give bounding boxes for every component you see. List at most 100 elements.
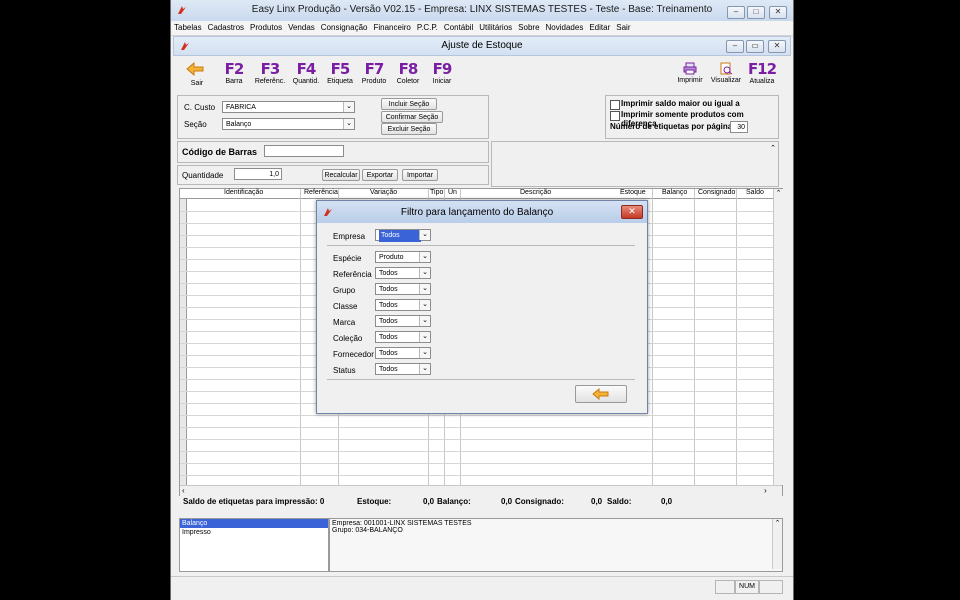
scroll-up-icon[interactable]: ⌃ — [774, 189, 783, 197]
menu-consignacao[interactable]: Consignação — [318, 21, 371, 34]
f2-button[interactable]: F2 Barra — [219, 60, 249, 85]
grupo-select[interactable]: Todos ⌄ — [375, 283, 431, 295]
c-custo-select[interactable]: FABRICA ⌄ — [222, 101, 355, 113]
f9-button[interactable]: F9 Iniciar — [427, 60, 457, 85]
col-consignado[interactable]: Consignado — [698, 189, 735, 196]
menu-novidades[interactable]: Novidades — [543, 21, 587, 34]
menu-financeiro[interactable]: Financeiro — [370, 21, 413, 34]
child-minimize-button[interactable]: – — [726, 40, 744, 53]
maximize-button[interactable]: □ — [747, 6, 765, 19]
num-etiquetas-input[interactable]: 30 — [730, 121, 748, 133]
colecao-select[interactable]: Todos ⌄ — [375, 331, 431, 343]
fornecedor-select[interactable]: Todos ⌄ — [375, 347, 431, 359]
confirmar-secao-button[interactable]: Confirmar Seção — [381, 111, 443, 123]
f2-label: Barra — [225, 78, 243, 85]
grid-hscrollbar[interactable]: ‹ › — [180, 485, 782, 496]
f7-button[interactable]: F7 Produto — [359, 60, 389, 85]
col-referencia[interactable]: Referência — [304, 189, 338, 196]
grid-vscrollbar[interactable]: ⌃ — [773, 189, 783, 485]
secao-select[interactable]: Balanço ⌄ — [222, 118, 355, 130]
menu-sobre[interactable]: Sobre — [515, 21, 542, 34]
menu-editar[interactable]: Editar — [586, 21, 613, 34]
opt2-checkbox[interactable] — [610, 111, 620, 121]
codigo-barras-input[interactable] — [264, 145, 344, 157]
col-identificacao[interactable]: Identificação — [224, 189, 263, 196]
f9-key: F9 — [432, 60, 453, 78]
f12-button[interactable]: F12 Atualiza — [745, 60, 779, 85]
f3-button[interactable]: F3 Referênc. — [253, 60, 287, 85]
scroll-left-icon[interactable]: ‹ — [182, 486, 185, 495]
visualizar-button[interactable]: Visualizar — [709, 62, 743, 84]
minimize-button[interactable]: – — [727, 6, 745, 19]
col-estoque[interactable]: Estoque — [620, 189, 646, 196]
grid-row-line — [180, 427, 773, 428]
col-un[interactable]: Un — [448, 189, 457, 196]
col-variacao[interactable]: Variação — [370, 189, 397, 196]
secao-list[interactable]: Balanço Impresso — [179, 518, 329, 572]
exportar-button[interactable]: Exportar — [362, 169, 398, 181]
f8-button[interactable]: F8 Coletor — [393, 60, 423, 85]
row-indicator-column — [180, 199, 187, 485]
importar-button[interactable]: Importar — [402, 169, 438, 181]
especie-select[interactable]: Produto ⌄ — [375, 251, 431, 263]
menu-pcp[interactable]: P.C.P. — [414, 21, 441, 34]
quantity-panel: Quantidade 1,0 Recalcular Exportar Impor… — [177, 165, 489, 185]
menu-contabil[interactable]: Contábil — [441, 21, 476, 34]
referencia-select[interactable]: Todos ⌄ — [375, 267, 431, 279]
marca-select[interactable]: Todos ⌄ — [375, 315, 431, 327]
close-button[interactable]: ✕ — [769, 6, 787, 19]
list-item[interactable]: Balanço — [180, 519, 328, 528]
grupo-info: Grupo: 034-BALANÇO — [332, 527, 403, 534]
chevron-down-icon: ⌄ — [419, 252, 430, 262]
divider — [327, 379, 635, 380]
menu-vendas[interactable]: Vendas — [285, 21, 318, 34]
f5-button[interactable]: F5 Etiqueta — [325, 60, 355, 85]
chevron-down-icon: ⌄ — [343, 119, 354, 129]
col-descricao[interactable]: Descrição — [520, 189, 551, 196]
child-restore-button[interactable]: ▭ — [746, 40, 764, 53]
scroll-up-icon[interactable]: ⌃ — [773, 519, 782, 527]
especie-value: Produto — [379, 254, 404, 261]
estoque-value: 0,0 — [423, 497, 435, 506]
grid-row-line — [180, 415, 773, 416]
f7-label: Produto — [361, 78, 387, 85]
child-close-button[interactable]: ✕ — [768, 40, 786, 53]
col-balanco[interactable]: Balanço — [662, 189, 687, 196]
sair-label: Sair — [190, 80, 204, 87]
dialog-close-button[interactable]: ✕ — [621, 205, 643, 219]
scroll-up-icon[interactable]: ⌃ — [770, 144, 776, 152]
grid-header-divider — [180, 198, 773, 199]
child-window-titlebar: Ajuste de Estoque – ▭ ✕ — [173, 36, 791, 56]
f4-button[interactable]: F4 Quantid. — [289, 60, 323, 85]
opt1-checkbox[interactable] — [610, 100, 620, 110]
menu-produtos[interactable]: Produtos — [247, 21, 285, 34]
col-saldo[interactable]: Saldo — [746, 189, 764, 196]
classe-select[interactable]: Todos ⌄ — [375, 299, 431, 311]
incluir-secao-button[interactable]: Incluir Seção — [381, 98, 437, 110]
grid-row-line — [180, 451, 773, 452]
col-tipo[interactable]: Tipo — [430, 189, 443, 196]
menu-cadastros[interactable]: Cadastros — [205, 21, 247, 34]
scroll-right-icon[interactable]: › — [764, 486, 767, 495]
menu-sair[interactable]: Sair — [613, 21, 633, 34]
saldo-etiquetas-text: Saldo de etiquetas para impressão: 0 — [183, 497, 325, 506]
quantidade-input[interactable]: 1,0 — [234, 168, 282, 180]
info-vscrollbar[interactable]: ⌃ — [772, 519, 782, 569]
status-select[interactable]: Todos ⌄ — [375, 363, 431, 375]
chevron-down-icon: ⌄ — [343, 102, 354, 112]
menu-utilitarios[interactable]: Utilitários — [476, 21, 515, 34]
status-value: Todos — [379, 366, 398, 373]
preview-icon — [720, 62, 733, 75]
sair-button[interactable]: Sair — [185, 60, 209, 87]
list-item[interactable]: Impresso — [180, 528, 328, 537]
grid-row-line — [180, 475, 773, 476]
empresa-info: Empresa: 001001-LINX SISTEMAS TESTES — [332, 520, 472, 527]
exit-arrow-icon — [186, 61, 204, 77]
confirm-button[interactable] — [575, 385, 627, 403]
back-arrow-icon — [592, 387, 609, 401]
empresa-select[interactable]: Todos ⌄ — [375, 229, 431, 242]
menu-tabelas[interactable]: Tabelas — [171, 21, 205, 34]
recalcular-button[interactable]: Recalcular — [322, 169, 360, 181]
excluir-secao-button[interactable]: Excluir Seção — [381, 123, 437, 135]
imprimir-button[interactable]: Imprimir — [675, 62, 705, 84]
